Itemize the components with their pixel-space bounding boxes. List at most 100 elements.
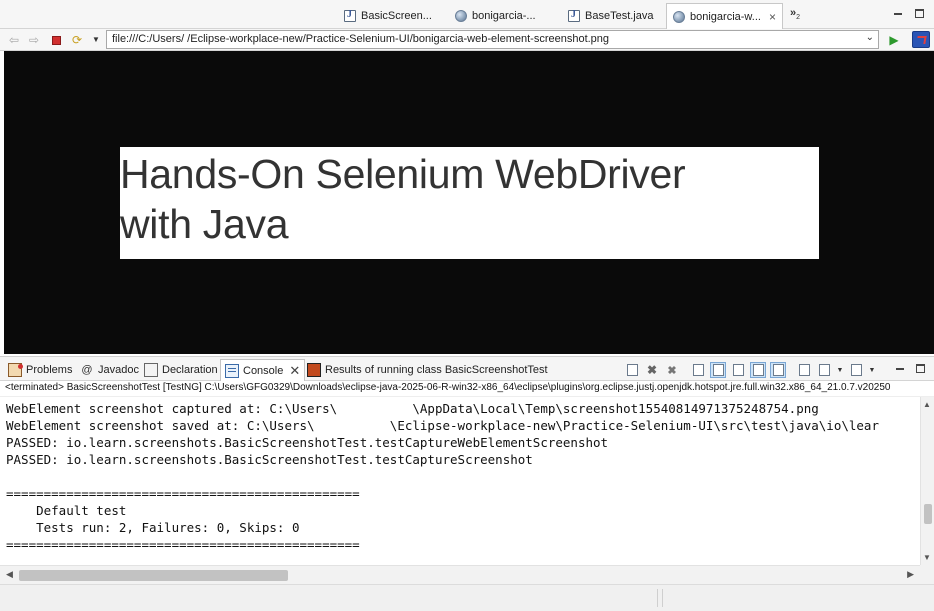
horizontal-scroll-thumb[interactable]	[19, 570, 288, 581]
editor-tab-basetest[interactable]: BaseTest.java	[562, 4, 659, 28]
screenshot-title-line-1: Hands-On Selenium WebDriver	[120, 151, 686, 197]
url-text: file:///C:/Users/ /Eclipse-workplace-new…	[112, 33, 610, 45]
console-line: Tests run: 2, Failures: 0, Skips: 0	[6, 520, 300, 535]
browser-toolbar: ⇦ ⇨ ⟳ ▼ file:///C:/Users/ /Eclipse-workp…	[0, 29, 934, 51]
vertical-scroll-thumb[interactable]	[924, 504, 932, 524]
close-all-icon: ✖	[667, 364, 677, 377]
testng-icon	[307, 363, 321, 377]
back-arrow-icon[interactable]: ⇦	[7, 33, 21, 47]
scroll-lock-button[interactable]	[710, 362, 726, 378]
view-tab-bar: Problems @ Javadoc Declaration Console ✕…	[0, 356, 934, 381]
chevron-down-icon[interactable]: ⌄	[866, 32, 874, 43]
editor-tab-bar: BasicScreen... bonigarcia-... BaseTest.j…	[0, 0, 934, 29]
chevron-down-icon[interactable]: ▼	[923, 553, 931, 562]
display-console-dropdown[interactable]: ▼	[836, 362, 844, 378]
console-process-label: <terminated> BasicScreenshotTest [TestNG…	[0, 381, 934, 397]
stop-icon	[51, 35, 61, 45]
minimize-button[interactable]	[892, 7, 904, 19]
word-wrap-icon	[732, 364, 744, 376]
close-icon: ✖	[646, 363, 658, 377]
scrollbar-corner	[920, 565, 934, 584]
status-bar	[0, 584, 934, 611]
console-line: PASSED: io.learn.screenshots.BasicScreen…	[6, 452, 533, 467]
globe-icon	[455, 10, 467, 22]
chevron-up-icon[interactable]: ▲	[923, 400, 931, 409]
refresh-button[interactable]: ⟳	[70, 33, 84, 47]
forward-arrow-icon[interactable]: ⇨	[27, 33, 41, 47]
clear-icon	[692, 364, 704, 376]
terminate-button[interactable]	[624, 362, 640, 378]
editor-tab-label: bonigarcia-...	[472, 10, 536, 22]
open-console-icon	[850, 364, 862, 376]
chevron-down-icon: ▼	[868, 366, 876, 374]
editor-tab-label: BaseTest.java	[585, 10, 654, 22]
clear-console-button[interactable]	[690, 362, 706, 378]
show-console-on-error-button[interactable]	[770, 362, 786, 378]
tab-label: Problems	[26, 364, 73, 376]
tab-javadoc[interactable]: @ Javadoc	[76, 359, 143, 381]
editor-tab-bonigarcia-1[interactable]: bonigarcia-...	[449, 4, 542, 28]
stop-icon	[626, 364, 638, 376]
editor-tab-bonigarcia-active[interactable]: bonigarcia-w... ×	[666, 3, 783, 29]
console-error-icon	[772, 364, 784, 376]
tab-declaration[interactable]: Declaration	[140, 359, 222, 381]
problems-icon	[8, 363, 23, 377]
scroll-lock-icon	[712, 364, 724, 376]
url-input[interactable]: file:///C:/Users/ /Eclipse-workplace-new…	[106, 30, 879, 49]
status-divider	[662, 589, 663, 607]
tab-problems[interactable]: Problems	[4, 359, 76, 381]
horizontal-scrollbar[interactable]: ◀ ▶	[0, 565, 920, 584]
console-action-toolbar: ✖ ✖ ▼ ▼	[624, 362, 880, 378]
word-wrap-button[interactable]	[730, 362, 746, 378]
editor-tab-label: bonigarcia-w...	[690, 10, 761, 23]
display-selected-console-button[interactable]	[816, 362, 832, 378]
at-sign-icon: @	[81, 364, 93, 376]
maximize-button[interactable]	[915, 9, 924, 18]
refresh-dropdown[interactable]: ▼	[89, 33, 103, 47]
console-icon	[225, 363, 239, 378]
console-line: ========================================…	[6, 486, 360, 501]
tab-label: Declaration	[162, 364, 218, 376]
remove-launch-button[interactable]: ✖	[644, 362, 660, 378]
maximize-view-button[interactable]	[916, 364, 925, 373]
open-console-button[interactable]	[848, 362, 864, 378]
status-divider	[657, 589, 658, 607]
minimize-view-button[interactable]	[894, 362, 906, 374]
tab-overflow-button[interactable]: »2	[790, 7, 800, 21]
console-line: Default test	[6, 503, 127, 518]
go-button[interactable]: ▶	[887, 33, 901, 47]
show-console-on-output-button[interactable]	[750, 362, 766, 378]
remove-all-terminated-button[interactable]: ✖	[664, 362, 680, 378]
vertical-scrollbar[interactable]: ▲ ▼	[920, 397, 934, 565]
close-tab-icon[interactable]: ✕	[289, 363, 300, 379]
console-line: WebElement screenshot captured at: C:\Us…	[6, 401, 819, 416]
element-screenshot-image: Hands-On Selenium WebDriver with Java	[120, 147, 819, 259]
open-external-browser-icon[interactable]	[912, 31, 930, 48]
java-file-icon	[344, 9, 356, 22]
tab-console[interactable]: Console ✕	[220, 359, 306, 381]
console-output-icon	[752, 364, 764, 376]
pin-console-button[interactable]	[796, 362, 812, 378]
java-file-icon	[568, 9, 580, 22]
tab-label: Javadoc	[98, 364, 139, 376]
open-console-dropdown[interactable]: ▼	[868, 362, 876, 378]
chevron-left-icon[interactable]: ◀	[6, 569, 13, 580]
console-output[interactable]: WebElement screenshot captured at: C:\Us…	[0, 397, 920, 565]
tab-testng-results[interactable]: Results of running class BasicScreenshot…	[303, 359, 552, 381]
tab-label: Console	[243, 364, 284, 377]
console-line: WebElement screenshot saved at: C:\Users…	[6, 418, 879, 433]
editor-tab-label: BasicScreen...	[361, 10, 432, 22]
chevron-right-icon[interactable]: ▶	[907, 569, 914, 580]
browser-viewport: Hands-On Selenium WebDriver with Java	[4, 51, 934, 354]
pin-icon	[798, 364, 810, 376]
close-tab-icon[interactable]: ×	[769, 10, 776, 24]
console-line: PASSED: io.learn.screenshots.BasicScreen…	[6, 435, 609, 450]
screenshot-title-line-2: with Java	[120, 201, 289, 247]
display-console-icon	[818, 364, 830, 376]
refresh-icon: ⟳	[71, 33, 83, 47]
declaration-icon	[144, 363, 158, 377]
chevron-down-icon: ▼	[836, 366, 844, 374]
stop-button[interactable]	[49, 33, 63, 47]
editor-tab-basicscreenshottest[interactable]: BasicScreen...	[338, 4, 438, 28]
